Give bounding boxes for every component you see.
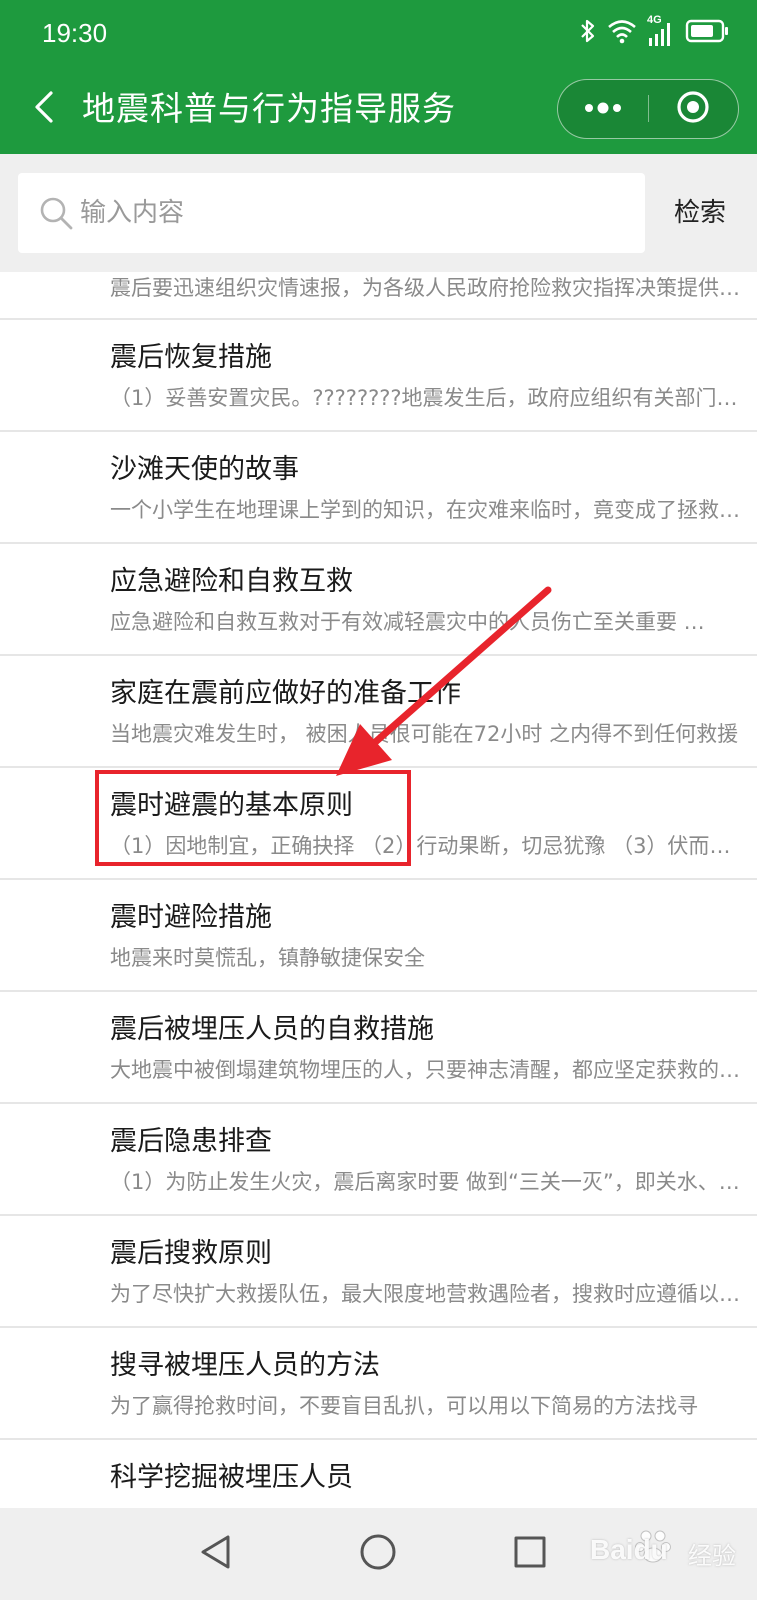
list-item-title: 震后被埋压人员的自救措施: [110, 1014, 434, 1045]
square-recent-icon: [510, 1532, 550, 1576]
chevron-left-icon: [32, 90, 56, 128]
signal-icon: 4G: [647, 14, 675, 48]
list-item-desc: 地震来时莫慌乱，镇静敏捷保安全: [110, 946, 425, 970]
system-nav-bar: [0, 1508, 757, 1600]
more-dots-icon: [581, 99, 625, 118]
page-title: 地震科普与行为指导服务: [82, 89, 456, 128]
list-item[interactable]: 震时避险措施 地震来时莫慌乱，镇静敏捷保安全: [0, 880, 757, 992]
list-item-title: 沙滩天使的故事: [110, 454, 299, 485]
list-item[interactable]: 震后恢复措施 （1）妥善安置灾民。????????地震发生后，政府应组织有关部门…: [0, 320, 757, 432]
list-item-desc: （1）妥善安置灾民。????????地震发生后，政府应组织有关部门做好灾民安置工…: [110, 386, 740, 410]
list-item[interactable]: 沙滩天使的故事 一个小学生在地理课上学到的知识，在灾难来临时，竟变成了拯救生命的…: [0, 432, 757, 544]
nav-home-button[interactable]: [348, 1524, 408, 1584]
circle-home-icon: [358, 1532, 398, 1576]
list-item-desc: 当地震灾难发生时， 被困人员很可能在72小时 之内得不到任何救援: [110, 722, 739, 746]
list-item-desc: 为了尽快扩大救援队伍，最大限度地营救遇险者，搜救时应遵循以下原则: [110, 1282, 740, 1306]
mini-program-capsule: [557, 79, 739, 139]
more-button[interactable]: [558, 80, 648, 137]
list-item-highlighted[interactable]: 震时避震的基本原则 （1）因地制宜，正确抉择 （2）行动果断，切忌犹豫 （3）伏…: [0, 768, 757, 880]
list-item-title: 震后搜救原则: [110, 1238, 272, 1269]
wifi-icon: [607, 18, 637, 48]
list-item-title: 震时避震的基本原则: [110, 790, 353, 821]
close-button[interactable]: [649, 80, 737, 137]
list-item-desc: 一个小学生在地理课上学到的知识，在灾难来临时，竟变成了拯救生命的力量: [110, 498, 740, 522]
bluetooth-icon: [579, 17, 597, 49]
list-item[interactable]: 家庭在震前应做好的准备工作 当地震灾难发生时， 被困人员很可能在72小时 之内得…: [0, 656, 757, 768]
list-item-title: 家庭在震前应做好的准备工作: [110, 678, 461, 709]
search-box: [18, 173, 645, 253]
list-item[interactable]: 科学挖掘被埋压人员: [0, 1440, 757, 1508]
list-item-desc: 震后要迅速组织灾情速报，为各级人民政府抢险救灾指挥决策提供依据: [110, 276, 740, 300]
triangle-back-icon: [196, 1532, 236, 1576]
list-item-title: 搜寻被埋压人员的方法: [110, 1350, 380, 1381]
target-circle-icon: [676, 90, 710, 128]
list-item-title: 震后恢复措施: [110, 342, 272, 373]
list-item-desc: 大地震中被倒塌建筑物埋压的人，只要神志清醒，都应坚定获救的信心: [110, 1058, 740, 1082]
nav-back-button[interactable]: [186, 1524, 246, 1584]
list-item[interactable]: 震后隐患排查 （1）为防止发生火灾，震后离家时要 做到“三关一灭”，即关水、关电…: [0, 1104, 757, 1216]
list-item[interactable]: 震后被埋压人员的自救措施 大地震中被倒塌建筑物埋压的人，只要神志清醒，都应坚定获…: [0, 992, 757, 1104]
list-item[interactable]: 应急避险和自救互救 应急避险和自救互救对于有效减轻震灾中的人员伤亡至关重要 …: [0, 544, 757, 656]
list-item[interactable]: 震后要迅速组织灾情速报，为各级人民政府抢险救灾指挥决策提供依据: [0, 272, 757, 320]
search-button[interactable]: 检索: [656, 173, 744, 253]
list-item-desc: 应急避险和自救互救对于有效减轻震灾中的人员伤亡至关重要 …: [110, 610, 705, 634]
list-item-desc: （1）为防止发生火灾，震后离家时要 做到“三关一灭”，即关水、关电、关气: [110, 1170, 740, 1194]
title-bar: 地震科普与行为指导服务: [0, 64, 757, 154]
list-item-title: 应急避险和自救互救: [110, 566, 353, 597]
list-item-desc: （1）因地制宜，正确抉择 （2）行动果断，切忌犹豫 （3）伏而待定: [110, 834, 740, 858]
search-icon: [38, 195, 74, 231]
list-item-desc: 为了赢得抢救时间，不要盲目乱扒，可以用以下简易的方法找寻: [110, 1394, 698, 1418]
list-item[interactable]: 震后搜救原则 为了尽快扩大救援队伍，最大限度地营救遇险者，搜救时应遵循以下原则: [0, 1216, 757, 1328]
list-item-title: 震时避险措施: [110, 902, 272, 933]
back-button[interactable]: [22, 82, 66, 136]
list-item-title: 震后隐患排查: [110, 1126, 272, 1157]
search-area: 检索: [0, 154, 757, 272]
status-icons: 4G: [579, 14, 729, 50]
search-input[interactable]: [80, 183, 625, 243]
nav-recent-button[interactable]: [500, 1524, 560, 1584]
list-item-title: 科学挖掘被埋压人员: [110, 1462, 353, 1493]
status-bar: 19:30 4G: [0, 0, 757, 64]
status-time: 19:30: [42, 18, 108, 48]
list-item[interactable]: 搜寻被埋压人员的方法 为了赢得抢救时间，不要盲目乱扒，可以用以下简易的方法找寻: [0, 1328, 757, 1440]
battery-icon: [685, 18, 729, 48]
article-list: 震后要迅速组织灾情速报，为各级人民政府抢险救灾指挥决策提供依据 震后恢复措施 （…: [0, 272, 757, 1508]
